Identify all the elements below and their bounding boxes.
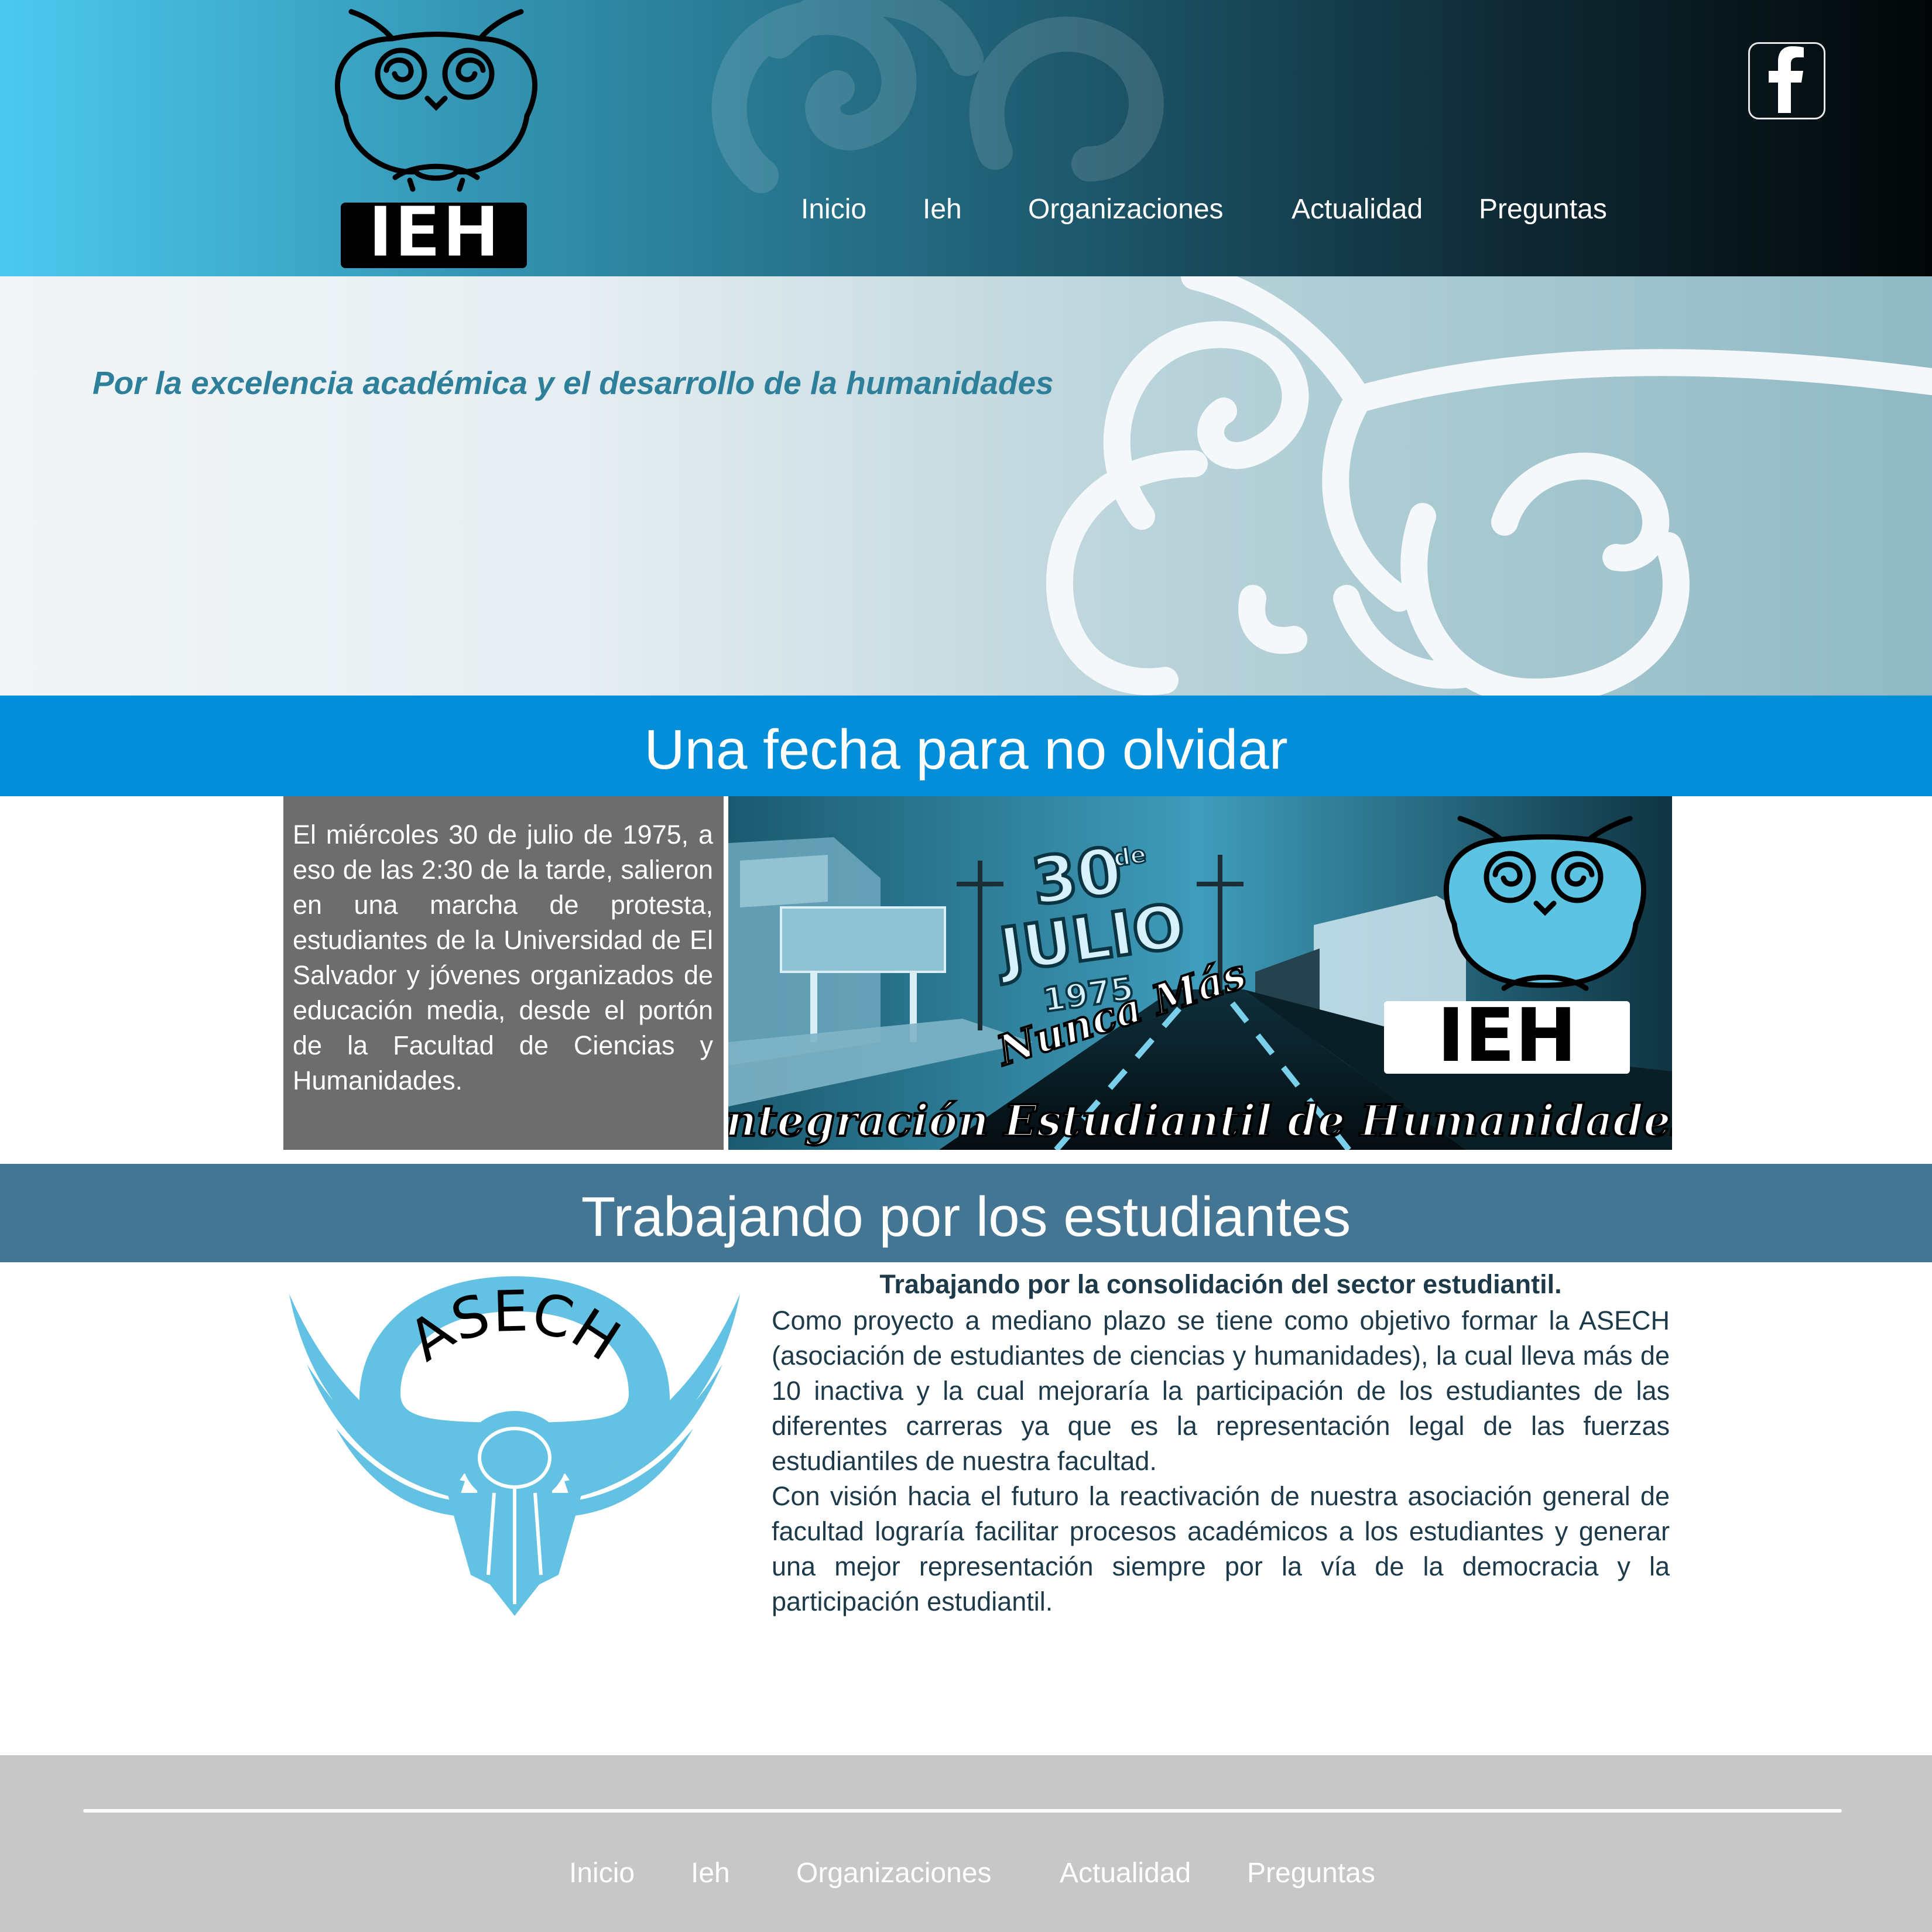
nav-inicio[interactable]: Inicio <box>801 193 866 225</box>
facebook-icon[interactable] <box>1748 42 1825 119</box>
nav-ieh[interactable]: Ieh <box>923 193 962 225</box>
nav-organizaciones[interactable]: Organizaciones <box>1028 193 1224 225</box>
banner-logo-text: IEH <box>1437 992 1577 1078</box>
site-footer: Inicio Ieh Organizaciones Actualidad Pre… <box>0 1755 1932 1932</box>
section-title: Una fecha para no olvidar <box>644 718 1288 781</box>
footer-nav-ieh[interactable]: Ieh <box>691 1857 730 1889</box>
hero-banner: Por la excelencia académica y el desarro… <box>0 276 1932 696</box>
nav-preguntas[interactable]: Preguntas <box>1479 193 1607 225</box>
story-text: El miércoles 30 de julio de 1975, a eso … <box>293 820 713 1095</box>
site-header: IEH Inicio Ieh Organizaciones Actualidad… <box>0 0 1932 276</box>
story-panel: El miércoles 30 de julio de 1975, a eso … <box>283 796 724 1150</box>
footer-divider <box>83 1809 1842 1813</box>
owl-decoration-icon <box>1046 276 1932 696</box>
footer-nav-inicio[interactable]: Inicio <box>569 1857 635 1889</box>
section-title: Trabajando por los estudiantes <box>581 1186 1351 1248</box>
section-header-date: Una fecha para no olvidar <box>0 696 1932 796</box>
banner-caption: Integración Estudiantil de Humanidades <box>728 1096 1672 1146</box>
banner-de: de <box>1112 841 1148 872</box>
article-title: Trabajando por la consolidación del sect… <box>879 1269 1562 1299</box>
hero-tagline: Por la excelencia académica y el desarro… <box>93 365 1054 401</box>
commemorative-banner: 30 de JULIO 1975 Nunca Más IEH Integraci… <box>728 796 1672 1150</box>
article-paragraph: Con visión hacia el futuro la reactivaci… <box>772 1481 1670 1616</box>
section-header-students: Trabajando por los estudiantes <box>0 1164 1932 1262</box>
banner-owl-icon <box>1443 816 1647 991</box>
article-paragraph: Como proyecto a mediano plazo se tiene c… <box>772 1306 1670 1476</box>
footer-nav-actualidad[interactable]: Actualidad <box>1060 1857 1191 1889</box>
article-body: Como proyecto a mediano plazo se tiene c… <box>772 1303 1670 1619</box>
asech-emblem-icon: ASECH <box>289 1276 740 1616</box>
main-nav: Inicio Ieh Organizaciones Actualidad Pre… <box>0 193 1932 240</box>
banner-illustration: 30 de JULIO 1975 Nunca Más IEH Integraci… <box>728 796 1672 1150</box>
footer-nav-preguntas[interactable]: Preguntas <box>1247 1857 1375 1889</box>
footer-nav-organizaciones[interactable]: Organizaciones <box>796 1857 992 1889</box>
nav-actualidad[interactable]: Actualidad <box>1292 193 1423 225</box>
